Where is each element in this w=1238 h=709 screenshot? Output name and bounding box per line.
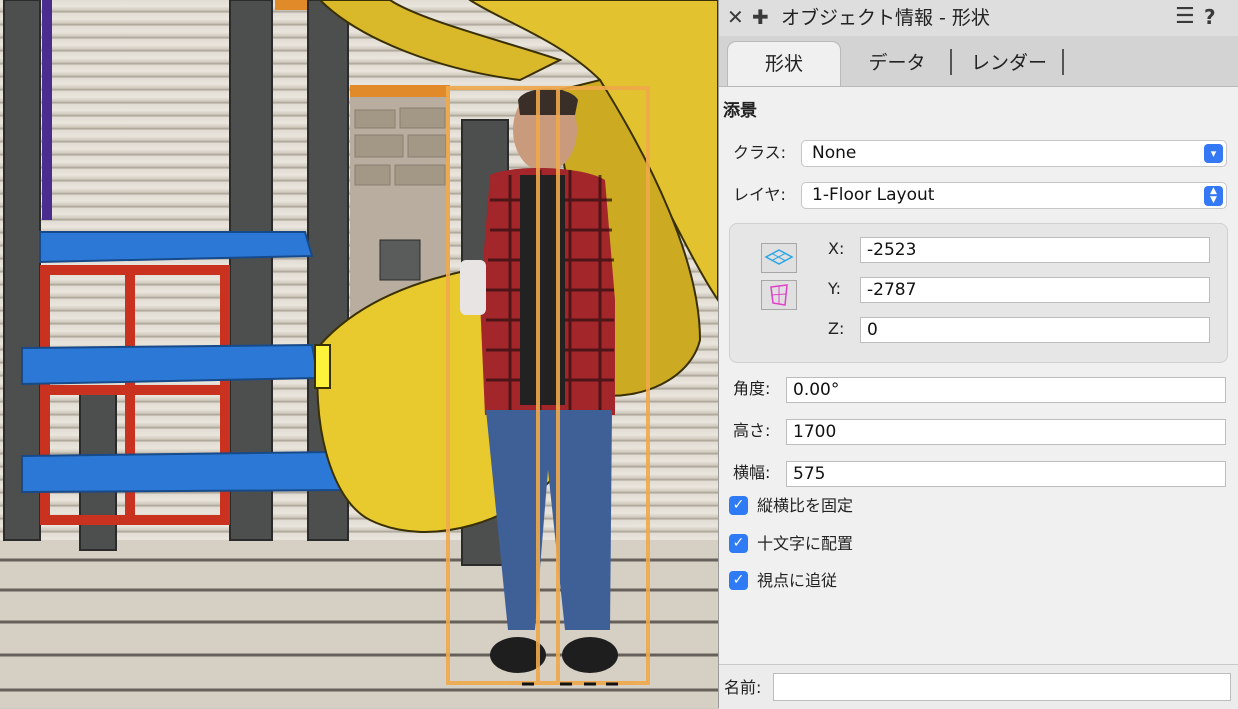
3d-view-icon	[770, 284, 788, 306]
tab-data[interactable]: データ	[847, 41, 947, 85]
position-group: X: Y: Z:	[729, 223, 1228, 363]
x-label: X:	[828, 239, 845, 258]
z-field[interactable]	[860, 317, 1210, 343]
scene-render	[0, 0, 718, 708]
palette-title-bar[interactable]: ✕ ✚ オブジェクト情報 - 形状 ☰ ?	[719, 0, 1238, 36]
name-field[interactable]	[773, 673, 1231, 701]
object-type-title: 添景	[723, 101, 757, 121]
palette-title: オブジェクト情報 - 形状	[781, 7, 990, 29]
z-label: Z:	[828, 319, 845, 338]
layer-value: 1-Floor Layout	[812, 185, 935, 205]
tab-separator	[1062, 49, 1064, 75]
cross-place-checkbox[interactable]: ✓	[729, 534, 748, 553]
name-bar: 名前:	[719, 664, 1238, 709]
height-field[interactable]	[786, 419, 1226, 445]
lock-aspect-checkbox[interactable]: ✓	[729, 496, 748, 515]
y-field[interactable]	[860, 277, 1210, 303]
width-label: 横幅:	[733, 463, 771, 482]
3d-view-button[interactable]	[761, 280, 797, 310]
object-info-palette: ✕ ✚ オブジェクト情報 - 形状 ☰ ? 形状 データ レンダー 添景 クラス…	[718, 0, 1238, 709]
name-label: 名前:	[724, 678, 762, 697]
face-viewer-label: 視点に追従	[757, 571, 838, 590]
width-field[interactable]	[786, 461, 1226, 487]
angle-field[interactable]	[786, 377, 1226, 403]
tab-bar: 形状 データ レンダー	[719, 36, 1238, 87]
x-field[interactable]	[860, 237, 1210, 263]
plus-icon[interactable]: ✚	[752, 5, 769, 29]
y-label: Y:	[828, 279, 842, 298]
close-icon[interactable]: ✕	[727, 5, 744, 29]
height-label: 高さ:	[733, 421, 771, 440]
viewport-3d[interactable]	[0, 0, 718, 708]
class-value: None	[812, 143, 857, 163]
chevron-down-icon: ▾	[1204, 144, 1223, 163]
hamburger-menu-icon[interactable]: ☰	[1175, 5, 1195, 29]
layer-label: レイヤ:	[733, 185, 786, 204]
tab-separator	[950, 49, 952, 75]
help-button[interactable]: ?	[1204, 5, 1216, 29]
lock-aspect-label: 縦横比を固定	[757, 496, 854, 515]
class-select[interactable]: None ▾	[801, 140, 1227, 167]
cross-place-label: 十文字に配置	[757, 534, 854, 553]
layer-select[interactable]: 1-Floor Layout ▲ ▼	[801, 182, 1227, 209]
class-label: クラス:	[733, 143, 787, 162]
face-viewer-checkbox[interactable]: ✓	[729, 571, 748, 590]
tab-render[interactable]: レンダー	[959, 41, 1059, 85]
tab-shape[interactable]: 形状	[727, 41, 841, 86]
plan-view-icon	[764, 249, 794, 265]
plan-view-button[interactable]	[761, 243, 797, 273]
angle-label: 角度:	[733, 379, 771, 398]
updown-arrows-icon: ▲ ▼	[1204, 186, 1223, 206]
